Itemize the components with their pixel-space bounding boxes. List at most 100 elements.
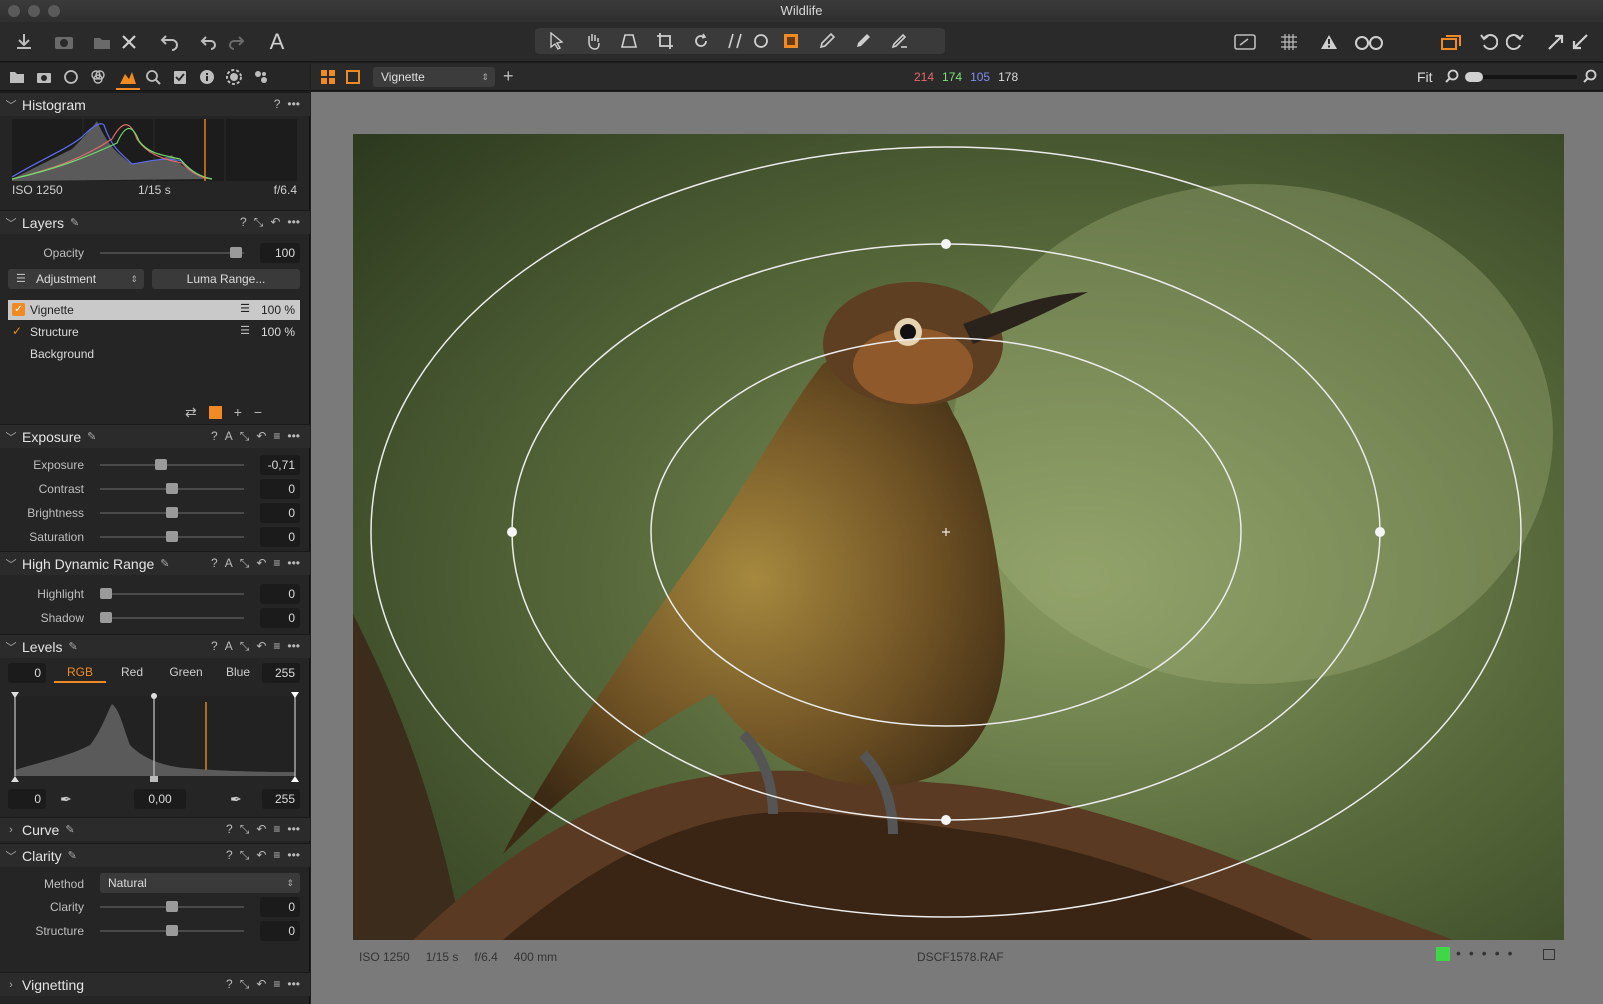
more-icon[interactable]: •••: [287, 215, 300, 230]
delete-icon[interactable]: [118, 30, 140, 54]
reset-icon[interactable]: ↶: [256, 822, 266, 837]
reset-icon[interactable]: ↶: [270, 215, 280, 230]
clarity-value[interactable]: 0: [260, 921, 300, 941]
mask-icon[interactable]: [208, 406, 222, 419]
curve-header[interactable]: › Curve ✎ ? ⤡ ↶ ≡ •••: [0, 817, 310, 841]
minimize-window-button[interactable]: [28, 5, 40, 17]
chevron-right-icon[interactable]: ›: [0, 979, 22, 991]
reset-icon[interactable]: ↶: [256, 848, 266, 863]
auto-icon[interactable]: A: [225, 429, 233, 444]
levels-tab-blue[interactable]: Blue: [214, 663, 262, 681]
layers-header[interactable]: ﹀ Layers ✎ ? ⤡ ↶ •••: [0, 210, 310, 234]
single-view-icon[interactable]: [346, 70, 360, 84]
more-icon[interactable]: •••: [287, 639, 300, 654]
opacity-slider-knob[interactable]: [230, 247, 242, 258]
zoom-fit-label[interactable]: Fit: [1417, 69, 1433, 85]
exposure-slider-knob[interactable]: [166, 531, 178, 542]
help-icon[interactable]: ?: [226, 822, 233, 837]
copy-icon[interactable]: ⤡: [254, 215, 264, 230]
metadata-tab-icon[interactable]: [198, 68, 216, 86]
rotate-left-icon[interactable]: [1478, 30, 1500, 54]
clarity-slider-knob[interactable]: [166, 901, 178, 912]
pipette-icon[interactable]: ✎: [87, 430, 96, 443]
hdr-slider-knob[interactable]: [100, 588, 112, 599]
exposure-slider[interactable]: [100, 459, 244, 470]
output-tab-icon[interactable]: [225, 68, 243, 86]
presets-icon[interactable]: ≡: [273, 639, 280, 654]
levels-midpoint[interactable]: 0,00: [134, 789, 186, 809]
presets-icon[interactable]: ≡: [273, 822, 280, 837]
library-tab-icon[interactable]: [8, 68, 26, 86]
copy-icon[interactable]: ⤡: [240, 429, 250, 444]
copy-icon[interactable]: ⤡: [240, 977, 250, 992]
reset-icon[interactable]: ↶: [256, 429, 266, 444]
select-icon[interactable]: [545, 29, 569, 53]
reset-icon[interactable]: ↶: [256, 639, 266, 654]
vignetting-header[interactable]: › Vignetting ? ⤡ ↶ ≡ •••: [0, 972, 310, 996]
more-icon[interactable]: •••: [287, 556, 300, 571]
hdr-value[interactable]: 0: [260, 608, 300, 628]
color-tab-icon[interactable]: [89, 68, 107, 86]
zoom-slider[interactable]: [1465, 72, 1577, 82]
chevron-down-icon[interactable]: ﹀: [0, 429, 22, 445]
exposure-slider[interactable]: [100, 507, 244, 518]
exposure-slider-knob[interactable]: [155, 459, 167, 470]
levels-tab-rgb[interactable]: RGB: [54, 663, 106, 683]
hdr-value[interactable]: 0: [260, 584, 300, 604]
chevron-down-icon[interactable]: ﹀: [0, 556, 22, 572]
zoom-slider-knob[interactable]: [1465, 72, 1483, 82]
collapse-icon[interactable]: [1568, 30, 1592, 54]
chevron-down-icon[interactable]: ﹀: [0, 97, 22, 113]
presets-icon[interactable]: ≡: [273, 977, 280, 992]
more-icon[interactable]: •••: [287, 97, 300, 111]
expand-icon[interactable]: [1544, 30, 1568, 54]
crop-icon[interactable]: [653, 29, 677, 53]
rotate-right-icon[interactable]: [1504, 30, 1526, 54]
undo-icon[interactable]: [198, 30, 220, 54]
opacity-value[interactable]: 100: [260, 243, 300, 263]
copy-icon[interactable]: ⤡: [240, 639, 250, 654]
exposure-value[interactable]: 0: [260, 527, 300, 547]
pipette-icon[interactable]: ✎: [68, 849, 77, 862]
zoom-in-icon[interactable]: [1583, 69, 1597, 83]
hdr-header[interactable]: ﹀ High Dynamic Range ✎ ? A ⤡ ↶ ≡ •••: [0, 551, 310, 575]
eraser-icon[interactable]: [851, 29, 875, 53]
levels-tab-green[interactable]: Green: [160, 663, 212, 681]
exposure-slider-knob[interactable]: [166, 483, 178, 494]
image-viewer[interactable]: ISO 1250 1/15 s f/6.4 400 mm DSCF1578.RA…: [311, 92, 1603, 1004]
circle-icon[interactable]: [749, 29, 773, 53]
info-panel-icon[interactable]: [1543, 949, 1555, 960]
keystone-icon[interactable]: [617, 29, 641, 53]
capture-tab-icon[interactable]: [35, 68, 53, 86]
pipette-icon[interactable]: ✎: [68, 640, 77, 653]
clarity-slider[interactable]: [100, 925, 244, 936]
levels-header[interactable]: ﹀ Levels ✎ ? A ⤡ ↶ ≡ •••: [0, 634, 310, 658]
checkbox-checked[interactable]: ✓: [12, 303, 25, 316]
chevron-down-icon[interactable]: ﹀: [0, 215, 22, 231]
color-tag-icon[interactable]: [1436, 947, 1450, 961]
gradient-icon[interactable]: [887, 29, 911, 53]
clarity-slider[interactable]: [100, 901, 244, 912]
eyedropper-icon[interactable]: ✒: [60, 791, 72, 808]
levels-graph[interactable]: [10, 690, 302, 784]
pipette-icon[interactable]: ✎: [70, 216, 79, 229]
chevron-down-icon[interactable]: ﹀: [0, 639, 22, 655]
exposure-value[interactable]: 0: [260, 479, 300, 499]
exposure-value[interactable]: 0: [260, 503, 300, 523]
layer-row-background[interactable]: Background: [8, 344, 300, 364]
adjustment-select[interactable]: ☰ Adjustment ⇕: [8, 269, 144, 289]
levels-output-low[interactable]: 0: [8, 789, 46, 809]
help-icon[interactable]: ?: [226, 977, 233, 992]
luma-range-button[interactable]: Luma Range...: [152, 269, 300, 289]
layer-select[interactable]: Vignette ⇕: [373, 67, 495, 87]
redo-icon[interactable]: [225, 30, 247, 54]
rating-dots[interactable]: •••••: [1456, 945, 1521, 961]
pipette-icon[interactable]: ✎: [65, 823, 74, 836]
import-icon[interactable]: [12, 30, 36, 54]
add-layer-icon[interactable]: +: [503, 66, 514, 87]
warning-icon[interactable]: [1318, 30, 1340, 54]
remove-icon[interactable]: −: [254, 404, 262, 421]
exposure-tab-icon[interactable]: [116, 68, 140, 86]
method-select[interactable]: Natural ⇕: [100, 873, 300, 893]
copy-icon[interactable]: ⤡: [240, 822, 250, 837]
